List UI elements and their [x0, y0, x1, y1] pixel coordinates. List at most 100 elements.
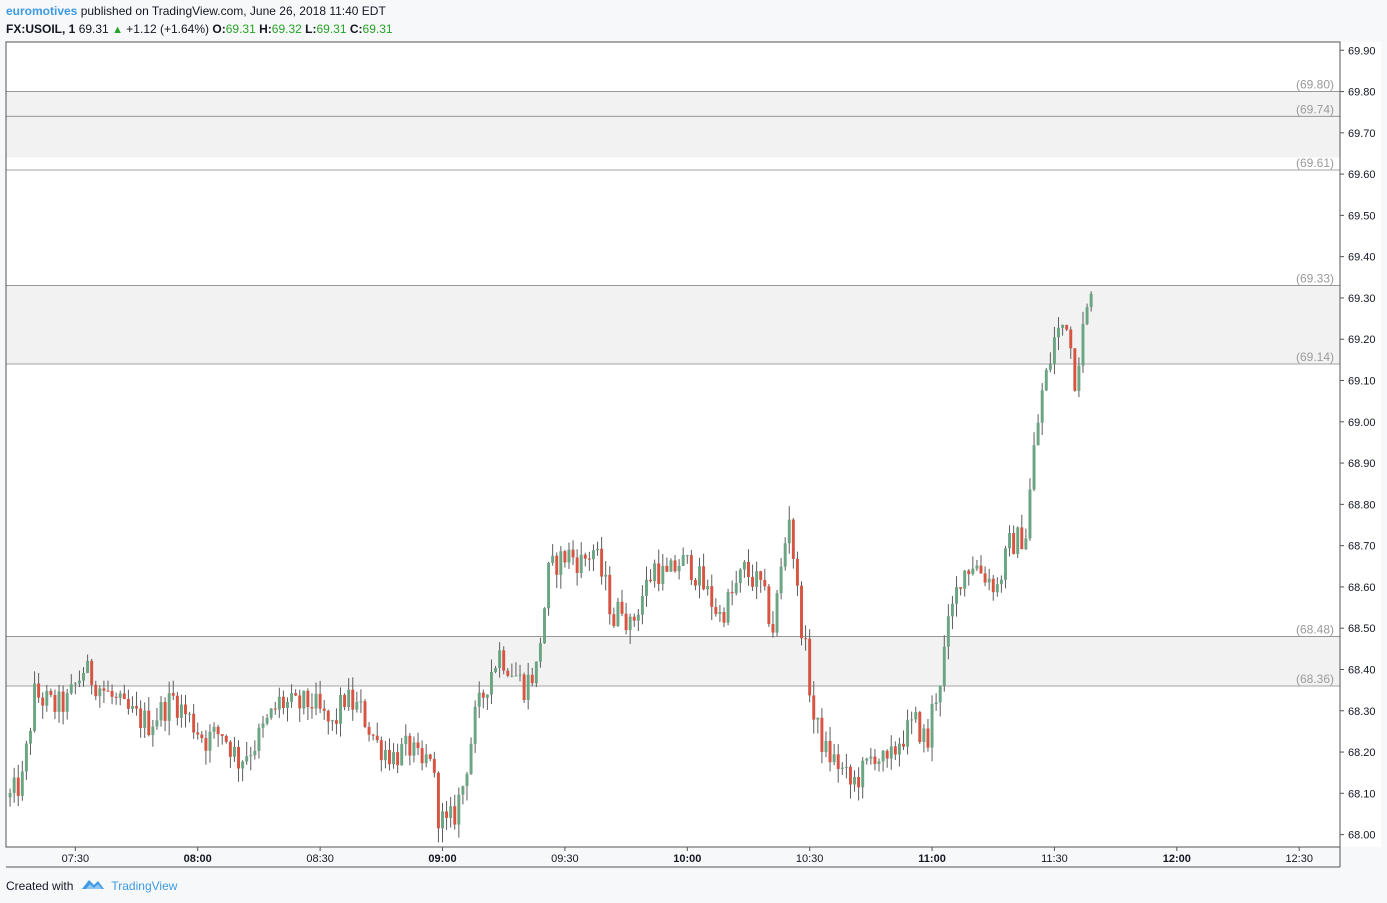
candle-body: [302, 690, 306, 709]
candle-body: [12, 777, 16, 793]
candle-body: [408, 735, 412, 756]
zone-band: [6, 285, 1340, 364]
candle-body: [237, 747, 241, 769]
y-tick-label: 69.90: [1348, 45, 1376, 57]
candle-body: [987, 578, 991, 583]
candle-body: [661, 565, 665, 584]
candle-body: [995, 584, 999, 593]
candle-body: [367, 726, 371, 735]
candle-body: [445, 811, 449, 818]
candle-body: [547, 562, 551, 609]
candle-body: [1052, 337, 1056, 365]
candle-body: [885, 750, 889, 759]
candlestick-chart[interactable]: (69.80) (69.74) (69.61) (69.33) (69.14) (68.4…: [0, 0, 1387, 903]
tradingview-brand[interactable]: TradingView: [111, 879, 177, 893]
candle-body: [567, 549, 571, 563]
candle-body: [526, 674, 530, 701]
candle-body: [163, 701, 167, 721]
candle-body: [489, 671, 493, 695]
y-tick-label: 69.10: [1348, 376, 1376, 388]
candle-body: [653, 563, 657, 582]
candle-body: [706, 586, 710, 590]
candle-body: [1012, 533, 1016, 555]
zone-band: [6, 636, 1340, 686]
candle-body: [441, 811, 444, 829]
candle-body: [795, 558, 799, 586]
candle-body: [665, 565, 669, 572]
candle-body: [824, 740, 828, 752]
y-tick-label: 69.00: [1348, 417, 1376, 429]
candle-body: [722, 612, 726, 623]
y-tick-label: 69.80: [1348, 87, 1376, 99]
candle-body: [604, 574, 608, 577]
candle-body: [914, 712, 918, 720]
candle-body: [791, 519, 795, 559]
candle-body: [530, 674, 534, 684]
candle-body: [171, 693, 175, 696]
level-label: (68.36): [1296, 672, 1334, 686]
candle-body: [877, 761, 881, 764]
candle-body: [20, 771, 24, 796]
candle-body: [208, 731, 212, 751]
candle-body: [1061, 324, 1065, 328]
candle-body: [702, 566, 706, 590]
candle-body: [714, 606, 718, 614]
candle-body: [102, 688, 106, 691]
level-label: (69.14): [1296, 350, 1334, 364]
level-label: (69.33): [1296, 272, 1334, 286]
candle-body: [98, 688, 102, 697]
candle-body: [1073, 348, 1077, 391]
candle-body: [844, 766, 848, 768]
candle-body: [506, 670, 510, 676]
candle-body: [453, 806, 457, 825]
candle-body: [518, 674, 522, 676]
candle-body: [65, 693, 69, 712]
candle-body: [840, 767, 844, 769]
candle-body: [16, 777, 20, 796]
candle-body: [1020, 527, 1024, 550]
candle-body: [1040, 390, 1044, 423]
candle-body: [69, 684, 73, 694]
candle-body: [620, 601, 624, 614]
candle-body: [583, 554, 587, 559]
candle-body: [804, 638, 808, 640]
candle-body: [461, 786, 465, 795]
candle-body: [351, 689, 355, 710]
candle-body: [110, 690, 114, 697]
x-tick-label: 10:00: [673, 853, 701, 865]
candle-body: [388, 750, 391, 765]
candle-body: [808, 638, 812, 696]
candle-body: [946, 616, 950, 647]
x-tick-label: 09:00: [428, 853, 456, 865]
candle-body: [245, 756, 249, 762]
x-tick-label: 11:30: [1041, 853, 1068, 865]
candle-body: [436, 772, 440, 829]
candle-body: [224, 735, 228, 742]
candle-body: [200, 734, 204, 739]
candle-body: [29, 730, 32, 744]
candle-body: [343, 694, 347, 707]
y-tick-label: 69.50: [1348, 210, 1376, 222]
candle-body: [734, 583, 738, 594]
level-label: (68.48): [1296, 622, 1334, 636]
candle-body: [1016, 527, 1020, 555]
candle-body: [624, 613, 628, 631]
candle-body: [698, 566, 701, 586]
level-label: (69.61): [1296, 156, 1334, 170]
candle-body: [1036, 422, 1040, 446]
candle-body: [975, 565, 979, 569]
candle-body: [339, 694, 342, 724]
plot-area: [6, 42, 1340, 847]
candle-body: [751, 576, 755, 587]
candle-body: [106, 690, 110, 692]
candle-body: [922, 728, 926, 743]
candle-body: [135, 706, 139, 709]
candle-body: [306, 690, 310, 708]
candle-body: [412, 742, 416, 756]
level-label: (69.74): [1296, 102, 1334, 116]
candle-body: [204, 738, 208, 751]
candle-body: [693, 579, 697, 586]
candle-body: [485, 694, 489, 698]
candle-body: [281, 696, 285, 709]
candle-body: [151, 726, 155, 736]
